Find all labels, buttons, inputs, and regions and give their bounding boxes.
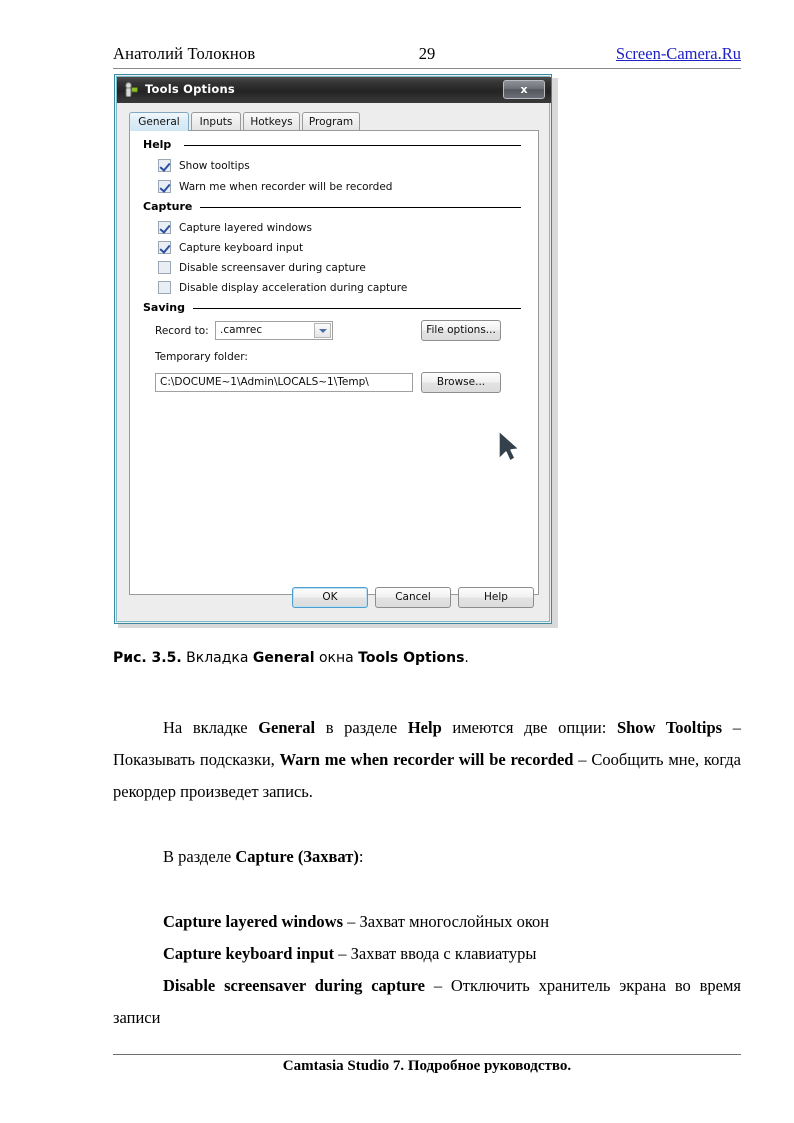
checkbox-box[interactable]: [158, 221, 171, 234]
checkbox-label: Show tooltips: [179, 159, 250, 172]
figure-caption: Рис. 3.5. Вкладка General окна Tools Opt…: [113, 650, 741, 666]
record-to-value: .camrec: [220, 324, 263, 336]
list-item-capture-layered-windows: Capture layered windows – Захват многосл…: [113, 906, 741, 938]
figure-text-3: .: [464, 650, 469, 666]
p1-b2: Help: [407, 718, 442, 737]
page-header: Анатолий Толокнов 29 Screen-Camera.Ru: [113, 44, 741, 68]
item-bold: Capture keyboard input: [163, 944, 335, 963]
tools-options-dialog: Tools Options x General Inputs Hotkeys P…: [114, 74, 552, 624]
record-to-select[interactable]: .camrec: [215, 321, 333, 340]
p1-b4: Warn me when recorder will be recorded: [279, 750, 574, 769]
tab-program[interactable]: Program: [302, 112, 360, 131]
checkbox-disable-display-acceleration-during-capture[interactable]: Disable display acceleration during capt…: [158, 280, 407, 295]
footer-divider: [113, 1054, 741, 1055]
tabstrip: General Inputs Hotkeys Program: [129, 112, 539, 131]
list-item-disable-screensaver-during-capture: Disable screensaver during capture – Отк…: [113, 970, 741, 1034]
tab-inputs[interactable]: Inputs: [191, 112, 241, 131]
close-icon[interactable]: x: [503, 80, 545, 99]
checkbox-label: Disable display acceleration during capt…: [179, 281, 408, 294]
checkbox-box[interactable]: [158, 180, 171, 193]
figure-bold-1: General: [252, 650, 315, 666]
checkbox-box[interactable]: [158, 241, 171, 254]
file-options-button[interactable]: File options...: [421, 320, 501, 341]
item-bold: Capture layered windows: [163, 912, 343, 931]
p1-b3: Show Tooltips: [616, 718, 723, 737]
figure-text-1: Вкладка: [181, 650, 253, 666]
p1-t2: в разделе: [315, 718, 408, 737]
ok-button[interactable]: OK: [292, 587, 368, 608]
record-to-label: Record to:: [155, 325, 209, 337]
tab-hotkeys[interactable]: Hotkeys: [243, 112, 300, 131]
item-bold: Disable screensaver during capture: [163, 976, 426, 995]
group-title-capture: Capture: [143, 200, 198, 213]
list-item-capture-keyboard-input: Capture keyboard input – Захват ввода с …: [113, 938, 741, 970]
checkbox-box[interactable]: [158, 281, 171, 294]
checkbox-capture-keyboard-input[interactable]: Capture keyboard input: [158, 240, 303, 255]
footer-text: Camtasia Studio 7. Подробное руководство…: [282, 1058, 572, 1074]
item-text: – Захват ввода с клавиатуры: [334, 944, 537, 963]
dialog-titlebar[interactable]: Tools Options x: [117, 77, 551, 103]
group-rule-help: [184, 145, 521, 146]
browse-button[interactable]: Browse...: [421, 372, 501, 393]
p1-t3: имеются две опции:: [441, 718, 617, 737]
app-icon: [123, 82, 139, 98]
checkbox-label: Disable screensaver during capture: [179, 261, 366, 274]
checkbox-label: Capture keyboard input: [179, 241, 304, 254]
group-rule-capture: [200, 207, 521, 208]
p2-t2: :: [358, 847, 364, 866]
group-title-saving: Saving: [143, 301, 190, 314]
cancel-button[interactable]: Cancel: [375, 587, 451, 608]
checkbox-disable-screensaver-during-capture[interactable]: Disable screensaver during capture: [158, 260, 366, 275]
checkbox-warn-me-when-recorder-will-be-recorded[interactable]: Warn me when recorder will be recorded: [158, 179, 392, 194]
temporary-folder-input[interactable]: C:\DOCUME~1\Admin\LOCALS~1\Temp\: [155, 373, 413, 392]
checkbox-label: Capture layered windows: [179, 221, 312, 234]
p1-b1: General: [258, 718, 316, 737]
figure-number: Рис. 3.5.: [113, 650, 182, 666]
header-divider: [113, 68, 741, 69]
chevron-down-icon[interactable]: [314, 323, 331, 338]
temporary-folder-label: Temporary folder:: [155, 351, 248, 363]
dialog-title: Tools Options: [145, 82, 235, 96]
p1-t1: На вкладке: [163, 718, 259, 737]
checkbox-capture-layered-windows[interactable]: Capture layered windows: [158, 220, 312, 235]
checkbox-box[interactable]: [158, 261, 171, 274]
checkbox-show-tooltips[interactable]: Show tooltips: [158, 158, 250, 173]
group-title-help: Help: [143, 138, 177, 151]
header-site-link[interactable]: Screen-Camera.Ru: [616, 44, 741, 64]
tab-panel-general: Help Show tooltips Warn me when recorder…: [129, 130, 539, 595]
paragraph-capture-intro: В разделе Capture (Захват):: [113, 841, 741, 873]
help-button[interactable]: Help: [458, 587, 534, 608]
p2-b1: Capture (Захват): [235, 847, 359, 866]
tab-general[interactable]: General: [129, 112, 189, 131]
checkbox-box[interactable]: [158, 159, 171, 172]
figure-text-2: окна: [314, 650, 359, 666]
paragraph-general-help: На вкладке General в разделе Help имеютс…: [113, 712, 741, 808]
figure-bold-2: Tools Options: [358, 650, 465, 666]
item-text: – Захват многослойных окон: [343, 912, 550, 931]
group-rule-saving: [193, 308, 521, 309]
p2-t1: В разделе: [163, 847, 236, 866]
checkbox-label: Warn me when recorder will be recorded: [179, 180, 393, 193]
